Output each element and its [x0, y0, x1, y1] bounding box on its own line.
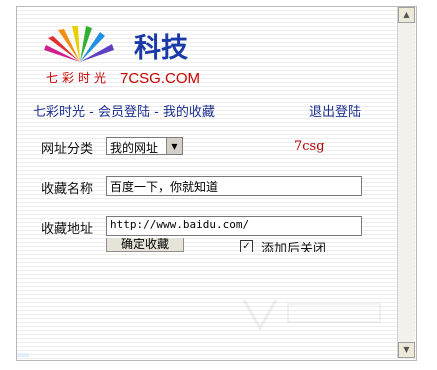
url-label: 收藏地址	[41, 222, 94, 237]
close-after-add-option[interactable]: ✓ 添加后关闭	[240, 238, 326, 252]
category-label: 网址分类	[41, 142, 94, 157]
scroll-up-icon[interactable]: ▲	[398, 7, 415, 23]
category-select[interactable]: 我的网址 ▼	[106, 137, 183, 155]
name-input[interactable]: 百度一下，你就知道	[106, 176, 362, 196]
logout-link[interactable]: 退出登陆	[309, 101, 361, 120]
checkbox-check-icon[interactable]: ✓	[240, 240, 253, 252]
breadcrumb[interactable]: 七彩时光 - 会员登陆 - 我的收藏	[33, 101, 215, 120]
url-input[interactable]: http://www.baidu.com/	[106, 216, 362, 236]
logo-brand: 七彩时光	[46, 71, 110, 85]
watermark-logo	[242, 299, 381, 332]
category-value: 我的网址	[110, 141, 159, 155]
site-tag: 7csg	[294, 139, 325, 154]
close-after-add-label: 添加后关闭	[261, 242, 327, 252]
vertical-scrollbar[interactable]: ▲ ▼	[397, 7, 415, 358]
site-logo: 科技 七彩时光 7CSG.COM	[44, 26, 200, 87]
dropdown-arrow-icon[interactable]: ▼	[166, 138, 182, 154]
name-label: 收藏名称	[41, 182, 94, 197]
rainbow-rays-logo-icon	[44, 26, 114, 62]
submit-button[interactable]: 确定收藏	[106, 238, 184, 252]
scroll-down-icon[interactable]: ▼	[398, 342, 415, 358]
logo-site: 7CSG.COM	[120, 70, 200, 87]
logo-title: 科技	[134, 33, 188, 64]
status-corner	[17, 353, 29, 357]
